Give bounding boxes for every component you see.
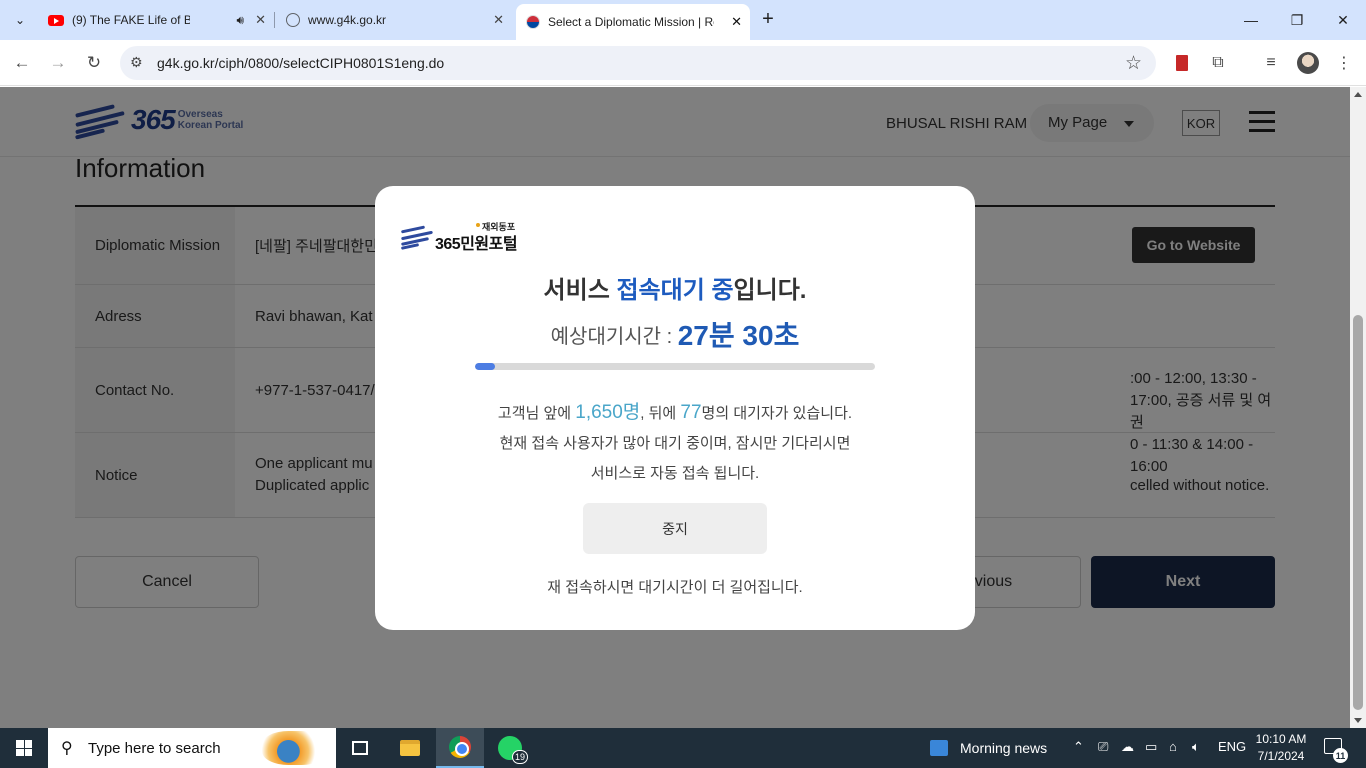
site-info-icon[interactable]: ⚙ [130, 54, 143, 71]
tray-chevron-icon[interactable]: ⌃ [1073, 739, 1084, 755]
close-window-button[interactable]: ✕ [1320, 0, 1366, 40]
search-highlight-image [262, 731, 328, 765]
language-indicator[interactable]: ENG [1218, 739, 1246, 754]
meet-icon[interactable]: ⎚ [1098, 739, 1108, 755]
speaker-icon[interactable]: 🔊︎ [236, 13, 244, 28]
chrome-icon [449, 736, 471, 758]
ahead-count: 1,650명 [575, 402, 641, 423]
task-view-button[interactable] [336, 728, 384, 768]
queue-progress-bar [475, 363, 875, 370]
whatsapp-taskbar-button[interactable]: 19 [486, 728, 534, 768]
windows-taskbar: ⚲ Type here to search 19 Morning news ⌃ … [0, 728, 1366, 768]
tab-title: (9) The FAKE Life of Bollywood [72, 13, 190, 27]
scroll-down-arrow-icon[interactable] [1354, 718, 1362, 723]
windows-logo-icon [16, 740, 32, 756]
media-control-icon[interactable]: ≡ [1259, 51, 1283, 75]
chrome-taskbar-button[interactable] [436, 728, 484, 768]
tab-youtube[interactable]: (9) The FAKE Life of Bollywood 🔊︎ ✕ [38, 6, 275, 34]
search-placeholder: Type here to search [88, 740, 221, 757]
waiting-queue-modal: 재외동포 365민원포털 서비스 접속대기 중입니다. 예상대기시간 : 27분… [375, 186, 975, 630]
news-icon [930, 740, 948, 756]
stop-button[interactable]: 중지 [583, 503, 767, 554]
globe-icon [286, 13, 300, 27]
modal-logo: 재외동포 365민원포털 [400, 220, 526, 253]
logo-main-text: 365민원포털 [435, 236, 518, 253]
tab-search-button[interactable]: ⌄ [6, 6, 34, 34]
new-tab-button[interactable]: + [757, 8, 779, 30]
onedrive-icon[interactable]: ☁ [1121, 739, 1134, 755]
whatsapp-badge: 19 [512, 750, 529, 764]
notification-badge: 11 [1333, 748, 1348, 763]
folder-icon [400, 740, 420, 756]
search-icon: ⚲ [61, 740, 73, 757]
behind-count: 77 [680, 402, 702, 423]
tab-g4k[interactable]: www.g4k.go.kr ✕ [276, 6, 512, 34]
url-text[interactable]: g4k.go.kr/ciph/0800/selectCIPH0801S1eng.… [157, 55, 444, 71]
close-tab-icon[interactable]: ✕ [255, 12, 266, 28]
menu-dots-icon[interactable]: ⋮ [1332, 51, 1356, 75]
scroll-up-arrow-icon[interactable] [1354, 92, 1362, 97]
modal-title: 서비스 접속대기 중입니다. [543, 277, 807, 304]
scrollbar-thumb[interactable] [1353, 315, 1363, 710]
queue-description: 고객님 앞에 1,650명, 뒤에 77명의 대기자가 있습니다. 현재 접속 … [497, 402, 853, 482]
minimize-button[interactable]: — [1228, 0, 1274, 40]
restore-button[interactable]: ❐ [1274, 0, 1320, 40]
address-bar[interactable]: ⚙ g4k.go.kr/ciph/0800/selectCIPH0801S1en… [120, 46, 1156, 80]
task-view-icon [352, 741, 368, 755]
taskbar-search-box[interactable]: ⚲ Type here to search [48, 728, 336, 768]
reconnect-note: 재 접속하시면 대기시간이 더 길어집니다. [547, 579, 803, 596]
tab-title: Select a Diplomatic Mission | Re [548, 15, 714, 29]
estimated-wait: 예상대기시간 : 27분 30초 [550, 320, 800, 351]
start-button[interactable] [0, 728, 48, 768]
whatsapp-icon: 19 [498, 736, 529, 764]
bookmark-star-icon[interactable]: ☆ [1125, 52, 1142, 75]
korea-flag-icon [526, 15, 540, 29]
tab-title: www.g4k.go.kr [308, 13, 387, 27]
profile-avatar[interactable] [1296, 51, 1320, 75]
volume-icon[interactable]: 🔈︎ [1192, 739, 1200, 755]
reload-icon[interactable]: ↻ [80, 49, 108, 77]
browser-toolbar: ← → ↻ ⚙ g4k.go.kr/ciph/0800/selectCIPH08… [0, 40, 1366, 86]
forward-icon[interactable]: → [44, 49, 72, 77]
browser-tabstrip: ⌄ (9) The FAKE Life of Bollywood 🔊︎ ✕ ww… [0, 0, 1366, 40]
file-explorer-button[interactable] [386, 728, 434, 768]
extensions-puzzle-icon[interactable]: ⧉ [1206, 51, 1230, 75]
close-tab-icon[interactable]: ✕ [493, 12, 504, 28]
tab-select-mission[interactable]: Select a Diplomatic Mission | Re ✕ [516, 4, 750, 40]
battery-icon[interactable]: ▭ [1145, 739, 1157, 755]
page-scrollbar[interactable] [1350, 87, 1366, 728]
logo-swoosh-icon [400, 224, 435, 250]
close-tab-icon[interactable]: ✕ [731, 14, 742, 30]
news-widget[interactable]: Morning news [930, 728, 1047, 768]
wait-time: 27분 30초 [677, 320, 800, 351]
progress-fill [475, 363, 495, 370]
clock[interactable]: 10:10 AM 7/1/2024 [1252, 731, 1310, 765]
youtube-icon [48, 14, 64, 26]
back-icon[interactable]: ← [8, 49, 36, 77]
extension-book-icon[interactable] [1170, 51, 1194, 75]
network-icon[interactable]: ⌂ [1169, 739, 1177, 754]
